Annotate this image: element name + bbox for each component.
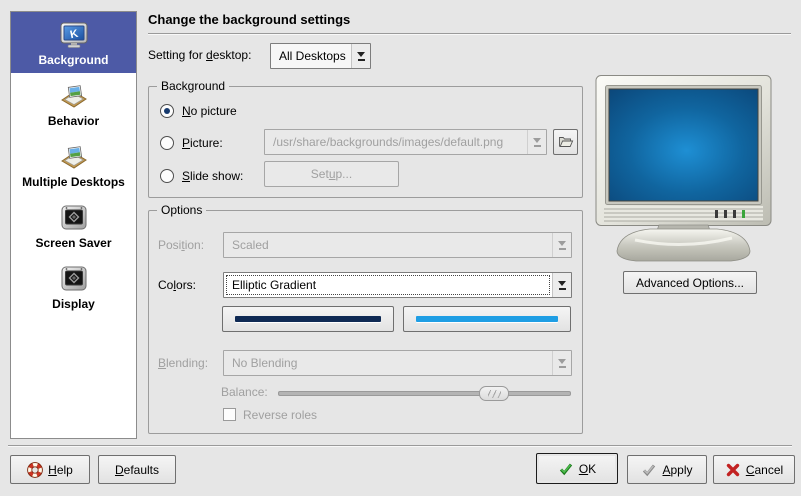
setup-button-label: Setup...	[311, 167, 352, 181]
ok-button[interactable]: OK	[536, 453, 618, 484]
colors-combo[interactable]: Elliptic Gradient	[223, 272, 572, 298]
screen-saver-icon	[58, 202, 90, 234]
chevron-down-icon	[527, 130, 546, 154]
reverse-roles-label: Reverse roles	[243, 406, 317, 424]
slide-show-label: Slide show:	[182, 167, 243, 185]
blending-label: Blending:	[158, 354, 208, 372]
background-monitor-icon: K	[58, 19, 90, 51]
position-value: Scaled	[224, 233, 552, 257]
desktop-select[interactable]: All Desktops	[270, 43, 371, 69]
title-separator	[148, 33, 791, 35]
advanced-options-label: Advanced Options...	[636, 276, 744, 290]
slide-show-radio[interactable]	[160, 169, 174, 183]
no-picture-radio[interactable]	[160, 104, 174, 118]
color1-swatch	[235, 316, 381, 322]
sidebar-item-label: Multiple Desktops	[13, 176, 134, 189]
sidebar-item-screen-saver[interactable]: Screen Saver	[11, 195, 136, 256]
advanced-options-button[interactable]: Advanced Options...	[623, 271, 757, 294]
picture-radio[interactable]	[160, 136, 174, 150]
display-icon	[58, 263, 90, 295]
chevron-down-icon[interactable]	[552, 273, 571, 297]
picture-label: Picture:	[182, 134, 223, 152]
folder-open-icon	[558, 134, 574, 150]
desktop-select-value: All Desktops	[271, 44, 351, 68]
sidebar-item-label: Screen Saver	[13, 237, 134, 250]
apply-button[interactable]: Apply	[627, 455, 707, 484]
multiple-desktops-icon	[58, 141, 90, 173]
options-group: Options Position: Scaled Colors: Ellipti…	[148, 210, 583, 434]
slide-show-setup-button: Setup...	[264, 161, 399, 187]
behavior-icon	[58, 80, 90, 112]
background-group-title: Background	[157, 78, 229, 94]
chevron-down-icon	[552, 233, 571, 257]
sidebar-item-label: Display	[13, 298, 134, 311]
cancel-button[interactable]: Cancel	[713, 455, 795, 484]
checkmark-gray-icon	[641, 462, 657, 478]
footer-separator	[8, 445, 792, 447]
balance-slider-track	[278, 391, 571, 396]
checkmark-icon	[558, 461, 574, 477]
background-preview-monitor	[595, 75, 772, 263]
position-combo: Scaled	[223, 232, 572, 258]
slider-grip-icon	[488, 390, 501, 398]
browse-picture-button[interactable]	[553, 129, 578, 155]
help-button[interactable]: Help	[10, 455, 90, 484]
ok-button-label: OK	[579, 462, 596, 476]
background-settings-dialog: K Background Behavior	[0, 0, 801, 496]
help-button-label: Help	[48, 463, 73, 477]
defaults-button-label: Defaults	[115, 463, 159, 477]
no-picture-label: No picture	[182, 102, 237, 120]
picture-path-value: /usr/share/backgrounds/images/default.pn…	[265, 130, 527, 154]
monitor-graphic	[595, 75, 772, 263]
colors-label: Colors:	[158, 276, 196, 294]
color1-button[interactable]	[222, 306, 394, 332]
sidebar-item-background[interactable]: K Background	[11, 12, 136, 73]
apply-button-label: Apply	[662, 463, 692, 477]
colors-value: Elliptic Gradient	[224, 273, 552, 297]
help-lifebuoy-icon	[27, 462, 43, 478]
module-list: K Background Behavior	[10, 11, 137, 439]
balance-slider-handle	[479, 386, 509, 401]
blending-value: No Blending	[224, 351, 552, 375]
balance-label: Balance:	[221, 383, 268, 401]
chevron-down-icon[interactable]	[351, 44, 370, 68]
chevron-down-icon	[552, 351, 571, 375]
cancel-button-label: Cancel	[746, 463, 783, 477]
picture-path-combo: /usr/share/backgrounds/images/default.pn…	[264, 129, 547, 155]
reverse-roles-checkbox	[223, 408, 236, 421]
desktop-setting-label: Setting for desktop:	[148, 46, 251, 64]
sidebar-item-behavior[interactable]: Behavior	[11, 73, 136, 134]
sidebar-item-multiple-desktops[interactable]: Multiple Desktops	[11, 134, 136, 195]
defaults-button[interactable]: Defaults	[98, 455, 176, 484]
sidebar-item-display[interactable]: Display	[11, 256, 136, 317]
cancel-x-icon	[725, 462, 741, 478]
blending-combo: No Blending	[223, 350, 572, 376]
color2-swatch	[416, 316, 558, 322]
position-label: Position:	[158, 236, 204, 254]
page-title: Change the background settings	[148, 12, 350, 27]
sidebar-item-label: Behavior	[13, 115, 134, 128]
sidebar-item-label: Background	[13, 54, 134, 67]
options-group-title: Options	[157, 202, 206, 218]
color2-button[interactable]	[403, 306, 571, 332]
background-group: Background No picture Picture: /usr/shar…	[148, 86, 583, 198]
